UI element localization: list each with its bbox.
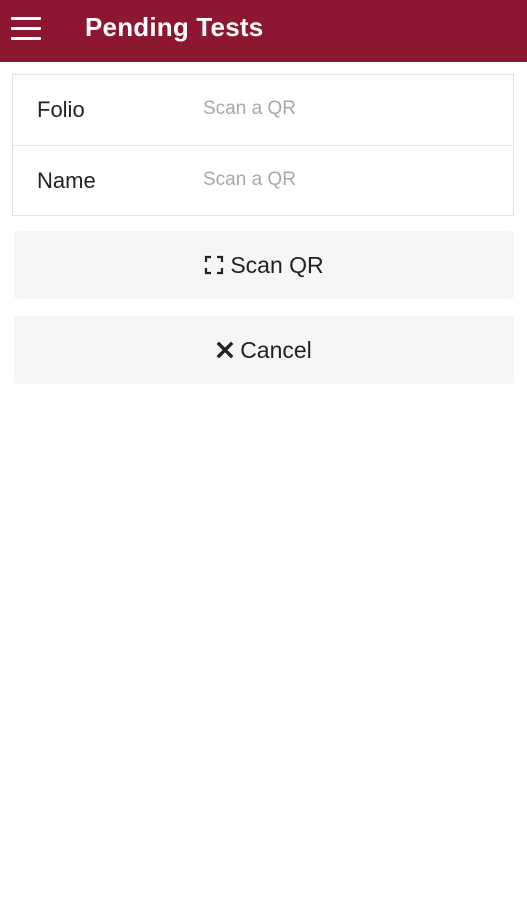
scan-frame-icon	[204, 255, 224, 275]
folio-input[interactable]	[191, 89, 515, 129]
scan-qr-label: Scan QR	[230, 251, 324, 278]
name-label: Name	[37, 168, 96, 193]
folio-row: Folio	[13, 75, 515, 146]
scan-qr-button[interactable]: Scan QR	[14, 231, 514, 299]
cancel-button[interactable]: Cancel	[14, 316, 514, 384]
app-bar: Pending Tests	[0, 0, 527, 62]
close-icon	[216, 341, 234, 359]
folio-label: Folio	[37, 97, 85, 122]
scan-form: Folio Name	[12, 74, 515, 216]
page-title: Pending Tests	[85, 12, 264, 42]
menu-button[interactable]	[11, 17, 41, 41]
name-row: Name	[13, 146, 515, 216]
name-input[interactable]	[191, 160, 515, 200]
cancel-label: Cancel	[240, 336, 312, 363]
